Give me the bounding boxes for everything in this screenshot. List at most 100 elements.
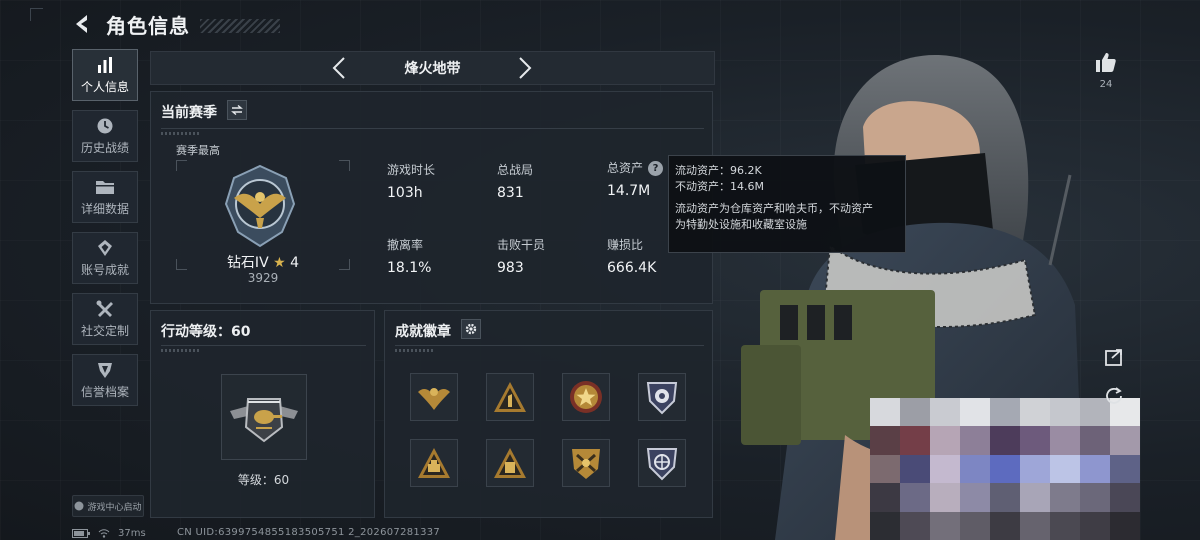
stat-label: 游戏时长	[387, 163, 436, 177]
triangle-block-badge-icon	[494, 448, 526, 478]
share-icon	[1105, 349, 1122, 366]
title-decoration	[200, 19, 280, 33]
help-icon[interactable]: ?	[648, 161, 664, 176]
achievement-badge-3[interactable]	[562, 373, 610, 421]
rank-name: 钻石IV	[226, 255, 269, 271]
action-level-title: 行动等级：60	[161, 324, 251, 340]
back-button[interactable]	[70, 11, 96, 37]
sidebar-item-detailed-data[interactable]: 详细数据	[72, 171, 138, 223]
stat-extract-rate: 撤离率 18.1%	[387, 236, 487, 276]
achievement-badge-1[interactable]	[410, 373, 458, 421]
sidebar-item-reputation[interactable]: 信誉档案	[72, 354, 138, 406]
stat-label: 总资产	[607, 161, 644, 175]
sidebar-item-label: 社交定制	[80, 323, 129, 338]
achievement-badge-2[interactable]	[486, 373, 534, 421]
chevron-left-icon	[332, 57, 345, 79]
sidebar-item-history[interactable]: 历史战绩	[72, 110, 138, 162]
header: 角色信息	[70, 8, 280, 40]
shield-icon	[95, 361, 115, 379]
thumbs-up-icon	[1096, 53, 1116, 72]
assets-tooltip: 流动资产：96.2K 不动资产：14.6M 流动资产为仓库资产和哈夫币，不动资产…	[668, 155, 906, 253]
season-switch-button[interactable]	[227, 100, 247, 120]
achievement-badge-8[interactable]	[638, 439, 686, 487]
rotate-icon	[1106, 387, 1122, 404]
star-medal-icon	[570, 381, 602, 413]
achievement-badge-6[interactable]	[486, 439, 534, 487]
achievement-badge-4[interactable]	[638, 373, 686, 421]
rank-name-row: 钻石IV ★ 4	[176, 252, 350, 272]
star-icon: ★	[273, 255, 286, 271]
wifi-icon	[98, 528, 110, 538]
eagle-badge-icon	[418, 388, 450, 410]
rank-frame: 钻石IV ★ 4 3929	[176, 160, 350, 285]
action-level-panel: 行动等级：60 等级：60	[150, 310, 375, 518]
level-emblem-frame	[221, 374, 307, 460]
sidebar-item-personal-info[interactable]: 个人信息	[72, 49, 138, 101]
mode-next-button[interactable]	[513, 56, 537, 80]
sidebar-item-label: 信誉档案	[80, 384, 129, 399]
tooltip-note-line-2: 为特勤处设施和收藏室设施	[675, 218, 807, 231]
battery-icon	[72, 528, 90, 538]
folder-icon	[95, 178, 115, 196]
ping-value: 37ms	[118, 527, 146, 539]
triangle-one-badge-icon	[494, 382, 526, 412]
stat-label: 撤离率	[387, 238, 424, 252]
sidebar-item-label: 账号成就	[80, 262, 129, 277]
corner-mark	[30, 8, 43, 21]
mode-name: 烽火地带	[404, 61, 461, 77]
decoration-marks	[161, 132, 201, 135]
achievement-badge-7[interactable]	[562, 439, 610, 487]
tools-icon	[95, 300, 115, 318]
likes-count: 24	[1099, 79, 1113, 90]
level-label: 等级：60	[237, 473, 290, 487]
like-button[interactable]	[1094, 50, 1118, 74]
season-highest-label: 赛季最高	[176, 144, 220, 157]
divider	[161, 345, 366, 346]
rank-stars: 4	[290, 255, 300, 271]
season-title: 当前赛季	[161, 105, 217, 121]
sidebar-item-social[interactable]: 社交定制	[72, 293, 138, 345]
tooltip-fixed-assets: 不动资产：14.6M	[675, 180, 764, 193]
rank-points: 3929	[247, 271, 279, 285]
stat-value: 103h	[387, 185, 423, 201]
stat-value: 666.4K	[607, 260, 657, 276]
stat-value: 983	[497, 260, 524, 276]
stat-play-time: 游戏时长 103h	[387, 161, 487, 201]
stat-value: 18.1%	[387, 260, 432, 276]
shield-badge-icon	[646, 382, 678, 415]
tooltip-liquid-assets: 流动资产：96.2K	[675, 164, 762, 177]
tooltip-note-line-1: 流动资产为仓库资产和哈夫币，不动资产	[675, 202, 873, 215]
achievements-title: 成就徽章	[395, 324, 451, 340]
launch-label: 游戏中心启动	[87, 502, 142, 513]
decoration-marks	[161, 349, 201, 352]
swap-icon	[231, 105, 243, 115]
achievement-icon	[95, 239, 115, 257]
share-button[interactable]	[1102, 345, 1126, 369]
status-bar: 37ms	[72, 526, 146, 540]
sidebar-item-label: 历史战绩	[80, 140, 129, 155]
crossed-arms-badge-icon	[572, 449, 600, 479]
rotate-button[interactable]	[1102, 383, 1126, 407]
mode-prev-button[interactable]	[327, 56, 351, 80]
back-arrow-icon	[76, 15, 87, 33]
blurred-mosaic	[870, 398, 1140, 540]
stat-operator-kills: 击败干员 983	[497, 236, 597, 276]
helicopter-emblem-icon	[230, 398, 298, 443]
sidebar: 个人信息 历史战绩 详细数据 账号成就 社交定制 信誉档案	[72, 49, 140, 415]
sidebar-item-achievements[interactable]: 账号成就	[72, 232, 138, 284]
stat-label: 击败干员	[497, 238, 546, 252]
achievement-badge-5[interactable]	[410, 439, 458, 487]
decoration-marks	[395, 349, 435, 352]
divider	[161, 128, 704, 129]
diamond-rank-emblem	[224, 164, 296, 248]
sidebar-item-label: 详细数据	[80, 201, 129, 216]
stat-label: 总战局	[497, 163, 534, 177]
globe-badge-icon	[646, 448, 678, 481]
mode-selector: 烽火地带	[150, 51, 715, 85]
game-center-launch-badge: 游戏中心启动	[72, 495, 144, 517]
page-title: 角色信息	[106, 13, 190, 38]
achievement-settings-button[interactable]	[461, 319, 481, 339]
player-uid: CN UID:6399754855183505751 2_20260728133…	[177, 527, 441, 538]
divider	[395, 345, 704, 346]
frame-corner	[176, 160, 187, 171]
